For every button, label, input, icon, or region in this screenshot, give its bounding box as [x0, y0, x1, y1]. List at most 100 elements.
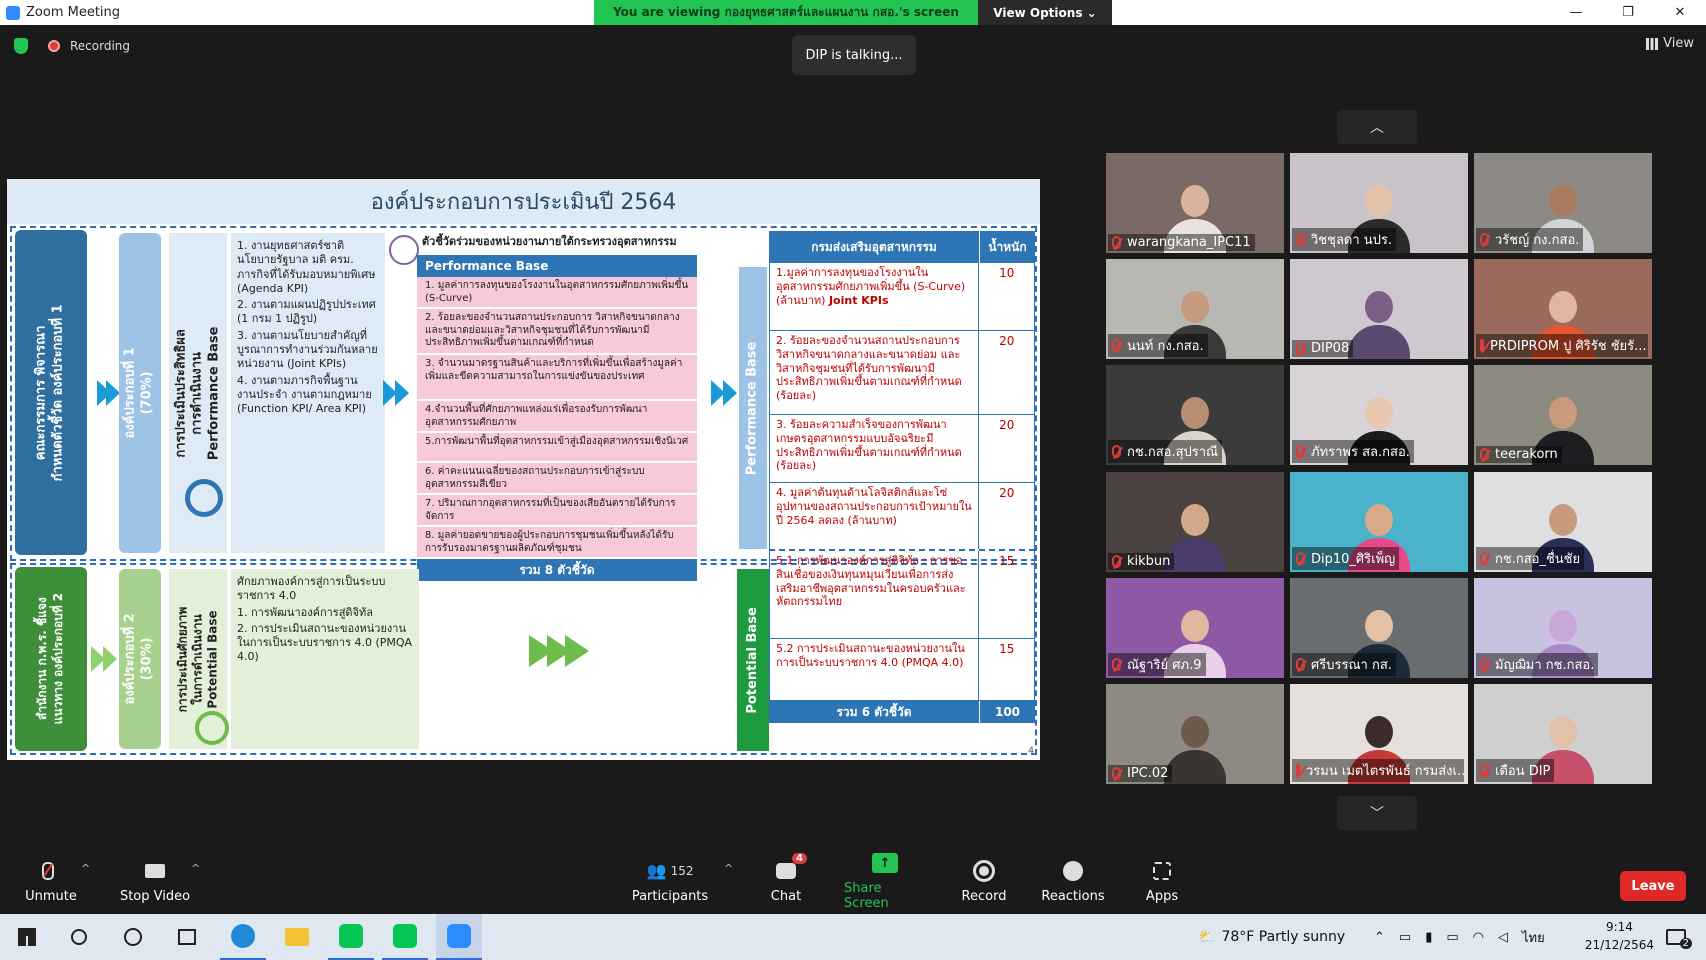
apps-icon — [1149, 859, 1175, 883]
participant-name: ศรีบรรณา กส. — [1292, 653, 1396, 676]
zoom-window: Zoom Meeting — ❐ ✕ You are viewing กองยุ… — [0, 0, 1706, 960]
participant-name: DIP08 — [1292, 340, 1354, 357]
windows-taskbar: ⛅ 78°F Partly sunny ⌃ ▭ ▮ ▭ ◠ ◁ ไทย 9:14 … — [0, 914, 1706, 960]
line-app-icon[interactable] — [328, 914, 374, 960]
file-explorer-icon[interactable] — [274, 914, 320, 960]
security-shield-icon[interactable] — [14, 38, 28, 54]
gallery-up-button[interactable]: ︿ — [1337, 110, 1417, 144]
recording-label: Recording — [70, 39, 131, 53]
leave-button[interactable]: Leave — [1620, 871, 1686, 901]
participant-video-tile[interactable]: teerakorn — [1474, 365, 1652, 465]
chevron-down-icon: ﹀ — [1370, 806, 1384, 822]
list-item: 2. การประเมินสถานะของหน่วยงานในการเป็นระ… — [237, 621, 413, 664]
notification-icon[interactable]: 2 — [1665, 914, 1692, 960]
active-speaker-indicator: DIP is talking... — [792, 35, 916, 75]
participant-video-tile[interactable]: วิชชุลดา นปร. — [1290, 153, 1468, 253]
table-row: 5.1 การพัฒนาองค์การสู่ดิจิทัล : การขอสิน… — [769, 551, 1035, 639]
mic-muted-icon — [1112, 236, 1121, 249]
reactions-button[interactable]: Reactions — [1041, 848, 1105, 914]
left-bar-1: คณะกรรมการ พิจารณา กำหนดตัวชี้วัด องค์ปร… — [15, 230, 87, 555]
search-icon[interactable] — [56, 914, 102, 960]
table-row: 4. มูลค่าต้นทุนด้านโลจิสติกส์และโซ่อุปทา… — [769, 483, 1035, 551]
participant-video — [1164, 712, 1226, 784]
language-indicator[interactable]: ไทย — [1522, 927, 1545, 948]
gallery-down-button[interactable]: ﹀ — [1337, 796, 1417, 830]
target-icon — [185, 479, 223, 517]
participant-video-tile[interactable]: Dip10_ศิริเพ็ญ — [1290, 472, 1468, 572]
perf-list: 1. งานยุทธศาสตร์ชาติ นโยบายรัฐบาล มติ คร… — [231, 233, 385, 553]
chat-button[interactable]: 4 Chat — [768, 848, 807, 914]
participant-video-tile[interactable]: มัญฌิมา กช.กสอ. — [1474, 578, 1652, 678]
close-button[interactable]: ✕ — [1654, 0, 1706, 25]
video-options-caret[interactable]: ^ — [191, 862, 200, 875]
participant-video-tile[interactable]: วรัชญ์ กง.กสอ. — [1474, 153, 1652, 253]
share-screen-button[interactable]: ↑ Share Screen — [844, 848, 926, 914]
green-arrows-icon — [529, 635, 589, 667]
participant-name: กช.กสอ.สุปราณี — [1108, 440, 1223, 463]
mic-muted-icon — [1480, 658, 1489, 671]
zoom-app-icon[interactable] — [436, 914, 482, 960]
chevron-up-icon: ︿ — [1370, 120, 1384, 136]
dept-total: รวม 6 ตัวชี้วัด — [836, 704, 912, 719]
restore-button[interactable]: ❐ — [1602, 0, 1654, 25]
wifi-icon[interactable]: ◠ — [1473, 930, 1484, 945]
windows-start-icon[interactable] — [4, 914, 50, 960]
clock[interactable]: 9:14 21/12/2564 — [1585, 918, 1654, 954]
chevron-up-icon[interactable]: ⌃ — [1374, 930, 1385, 945]
edge-icon[interactable] — [220, 914, 266, 960]
participant-video-tile[interactable]: DIP08 — [1290, 259, 1468, 359]
recording-icon — [48, 40, 60, 52]
participant-video-tile[interactable]: ภัทราพร สล.กสอ. — [1290, 365, 1468, 465]
participant-name: Dip10_ศิริเพ็ญ — [1292, 547, 1400, 570]
dip-kpi-table: กรมส่งเสริมอุตสาหกรรม น้ำหนัก 1.มูลค่ากา… — [769, 231, 1035, 723]
task-view-icon[interactable] — [164, 914, 210, 960]
zoom-logo-icon — [6, 5, 20, 20]
participants-caret[interactable]: ^ — [724, 862, 733, 875]
potential-list: ศักยภาพองค์การสู่การเป็นระบบราชการ 4.0 1… — [231, 569, 419, 749]
audio-options-caret[interactable]: ^ — [81, 862, 90, 875]
arrow-icon — [106, 380, 120, 406]
participant-video-tile[interactable]: นนท์ กง.กสอ. — [1106, 259, 1284, 359]
microphone-icon[interactable]: ▮ — [1425, 930, 1432, 945]
participant-video-tile[interactable]: วรมน เมตไตรพันธ์ กรมส่งเ... — [1290, 684, 1468, 784]
participant-video-tile[interactable]: IPC.02 — [1106, 684, 1284, 784]
unmute-button[interactable]: Unmute — [25, 848, 77, 914]
component-2-label: องค์ประกอบที่ 2 (30%) — [119, 569, 161, 749]
stop-video-button[interactable]: Stop Video — [118, 848, 192, 914]
view-options-button[interactable]: View Options ⌄ — [978, 0, 1112, 25]
participant-video-tile[interactable]: เดือน DIP — [1474, 684, 1652, 784]
viewing-banner: You are viewing กองยุทธศาสตร์และแผนงาน ก… — [594, 0, 1112, 25]
volume-icon[interactable]: ◁ — [1498, 930, 1508, 945]
participant-name: วรัชญ์ กง.กสอ. — [1476, 228, 1584, 251]
display-icon[interactable]: ▭ — [1399, 930, 1411, 945]
line-app-icon[interactable] — [382, 914, 428, 960]
pb-header: Performance Base — [417, 255, 697, 277]
mic-muted-icon — [1112, 339, 1121, 352]
view-button[interactable]: View — [1646, 36, 1694, 51]
participants-button[interactable]: 👥 152 Participants — [632, 848, 708, 914]
minimize-button[interactable]: — — [1550, 0, 1602, 25]
participant-video-tile[interactable]: ณัฐาริย์ ศภ.9 — [1106, 578, 1284, 678]
participant-video-tile[interactable]: ศรีบรรณา กส. — [1290, 578, 1468, 678]
battery-icon[interactable]: ▭ — [1446, 930, 1458, 945]
participant-video-tile[interactable]: warangkana_IPC11 — [1106, 153, 1284, 253]
table-row: 2. ร้อยละของจำนวนสถานประกอบการ วิสาหกิจข… — [417, 309, 697, 355]
participant-name: กช.กสอ_ชื่นชัย — [1476, 547, 1585, 570]
weight-header: น้ำหนัก — [979, 231, 1035, 263]
participant-video-tile[interactable]: กช.กสอ.สุปราณี — [1106, 365, 1284, 465]
participant-video-tile[interactable]: กช.กสอ_ชื่นชัย — [1474, 472, 1652, 572]
rocket-icon — [195, 711, 229, 745]
participant-video-tile[interactable]: kikbun — [1106, 472, 1284, 572]
apps-button[interactable]: Apps — [1146, 848, 1178, 914]
share-screen-icon: ↑ — [872, 851, 898, 875]
participant-name: ภัทราพร สล.กสอ. — [1292, 440, 1414, 463]
list-item: 1. งานยุทธศาสตร์ชาติ นโยบายรัฐบาล มติ คร… — [237, 239, 376, 295]
chat-badge: 4 — [792, 852, 807, 864]
cortana-icon[interactable] — [110, 914, 156, 960]
mic-muted-icon — [1296, 445, 1305, 458]
participant-video-tile[interactable]: PRDIPROM ปู ศิริรัช ชัยรั... — [1474, 259, 1652, 359]
table-row: 8. มูลค่ายอดขายของผู้ประกอบการชุมชนเพิ่ม… — [417, 527, 697, 559]
weather-widget[interactable]: ⛅ 78°F Partly sunny — [1198, 914, 1345, 960]
smiley-icon — [1060, 859, 1086, 883]
record-button[interactable]: Record — [962, 848, 1006, 914]
